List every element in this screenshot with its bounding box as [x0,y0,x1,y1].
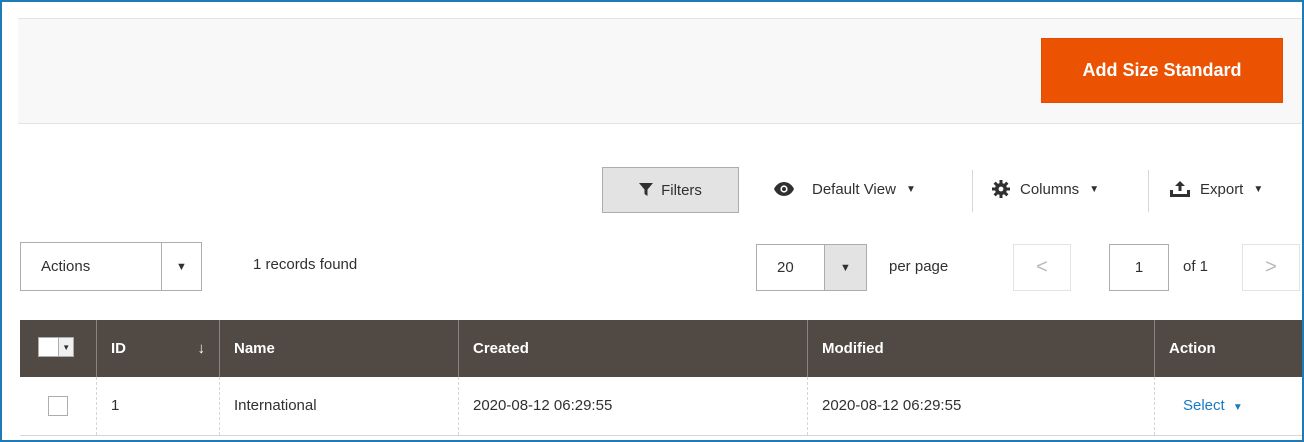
chevron-down-icon: ▼ [1089,183,1100,195]
select-action-link[interactable]: Select ▼ [1183,397,1243,414]
id-cell: 1 [96,377,220,436]
table-row: 1 International 2020-08-12 06:29:55 2020… [20,377,1302,436]
current-page-input[interactable]: 1 [1109,244,1169,291]
export-dropdown[interactable]: Export ▼ [1170,164,1263,214]
mass-actions-label: Actions [41,258,91,275]
grid-controls: Actions ▼ 1 records found 20 ▼ per page … [2,240,1304,294]
mass-select-header: ▼ [20,320,97,377]
screenshot-frame: Add Size Standard Filters Default View ▼ [0,0,1304,442]
previous-page-button[interactable]: < [1013,244,1071,291]
per-page-value: 20 [777,259,794,276]
export-label: Export [1200,180,1244,198]
total-pages-label: of 1 [1183,258,1209,275]
default-view-dropdown[interactable]: Default View ▼ [774,164,916,214]
export-icon [1170,181,1190,197]
filter-icon [639,183,654,196]
next-page-button[interactable]: > [1242,244,1300,291]
toolbar-divider [972,170,973,212]
chevron-down-icon: ▼ [1232,402,1243,414]
column-header-created[interactable]: Created [458,320,808,377]
filters-label: Filters [661,181,702,199]
chevron-down-icon: ▼ [824,245,866,290]
column-header-label: ID [111,340,126,357]
chevron-down-icon: ▼ [1253,183,1264,195]
records-found-text: 1 records found [253,256,358,273]
grid-toolbar: Filters Default View ▼ Columns ▼ Export … [2,164,1304,214]
per-page-label: per page [889,258,949,275]
per-page-select[interactable]: 20 ▼ [756,244,867,291]
sort-arrow-icon: ↓ [197,340,206,357]
default-view-label: Default View [812,180,896,198]
chevron-down-icon: ▼ [58,338,73,356]
column-header-id[interactable]: ID ↓ [96,320,220,377]
chevron-down-icon: ▼ [905,183,916,195]
add-size-standard-button[interactable]: Add Size Standard [1041,38,1283,103]
name-cell: International [219,377,459,436]
columns-dropdown[interactable]: Columns ▼ [992,164,1099,214]
created-cell: 2020-08-12 06:29:55 [458,377,808,436]
column-header-modified[interactable]: Modified [807,320,1155,377]
table-header-row: ▼ ID ↓ Name Created Modified Action [20,320,1302,377]
filters-button[interactable]: Filters [602,167,739,213]
column-header-name[interactable]: Name [219,320,459,377]
row-checkbox[interactable] [48,395,68,416]
eye-icon [774,182,794,196]
chevron-down-icon: ▼ [161,243,201,290]
page-actions-bar: Add Size Standard [18,18,1302,124]
size-standard-grid: ▼ ID ↓ Name Created Modified Action 1 In… [20,320,1302,436]
select-action-label: Select [1183,397,1225,415]
column-header-action: Action [1154,320,1302,377]
mass-select-checkbox[interactable]: ▼ [38,337,74,357]
toolbar-divider [1148,170,1149,212]
columns-label: Columns [1020,180,1080,198]
modified-cell: 2020-08-12 06:29:55 [807,377,1155,436]
gear-icon [992,180,1010,198]
action-cell: Select ▼ [1154,377,1302,436]
row-select-cell [20,377,97,436]
mass-actions-select[interactable]: Actions ▼ [20,242,202,291]
